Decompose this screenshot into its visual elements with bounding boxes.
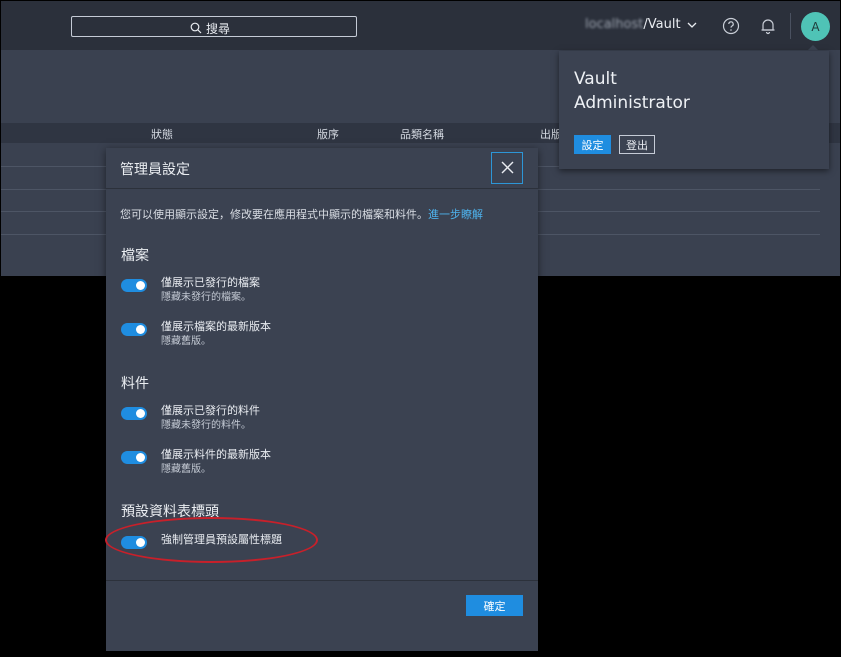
option-description: 隱藏舊版。 [161, 464, 211, 475]
search-icon [190, 19, 202, 38]
dialog-footer-divider [106, 580, 538, 581]
close-button[interactable] [491, 152, 523, 184]
vault-host: localhost [585, 17, 644, 32]
option-files-released: 僅展示已發行的檔案 隱藏未發行的檔案。 [121, 275, 260, 305]
vault-selector[interactable]: localhost/Vault [585, 17, 697, 32]
option-label: 僅展示已發行的料件 [161, 404, 260, 417]
column-header-status[interactable]: 狀態 [151, 126, 173, 142]
header-divider [790, 13, 791, 39]
user-name-line2: Administrator [574, 93, 690, 113]
option-label: 僅展示料件的最新版本 [161, 448, 271, 461]
chevron-down-icon [687, 17, 697, 32]
top-bar: 搜尋 localhost/Vault A [1, 1, 840, 50]
section-title-files: 檔案 [121, 248, 149, 264]
option-files-latest: 僅展示檔案的最新版本 隱藏舊版。 [121, 319, 271, 349]
vault-path-label: /Vault [643, 17, 681, 32]
logout-button[interactable]: 登出 [619, 135, 655, 154]
dialog-header-divider [106, 188, 538, 189]
section-title-items: 料件 [121, 376, 149, 392]
column-header-category[interactable]: 品類名稱 [400, 126, 444, 142]
column-header-revision[interactable]: 版序 [317, 126, 339, 142]
dialog-description: 您可以使用顯示設定，修改要在應用程式中顯示的檔案和料件。進一步瞭解 [120, 206, 483, 222]
option-items-released: 僅展示已發行的料件 隱藏未發行的料件。 [121, 403, 260, 433]
annotation-highlight [105, 517, 318, 563]
toggle-switch[interactable] [121, 407, 147, 420]
user-name-line1: Vault [574, 69, 617, 89]
description-text: 您可以使用顯示設定，修改要在應用程式中顯示的檔案和料件。 [120, 208, 428, 221]
option-description: 隱藏舊版。 [161, 336, 211, 347]
user-menu-popup: Vault Administrator 設定 登出 [559, 51, 829, 169]
app-frame: 搜尋 localhost/Vault A 狀態 版序 品類名稱 出版 管理員設定 [0, 0, 841, 657]
learn-more-link[interactable]: 進一步瞭解 [428, 208, 483, 221]
option-label: 僅展示檔案的最新版本 [161, 320, 271, 333]
search-placeholder: 搜尋 [206, 22, 231, 36]
search-input[interactable]: 搜尋 [71, 16, 357, 37]
toggle-switch[interactable] [121, 323, 147, 336]
avatar[interactable]: A [801, 12, 830, 41]
option-label: 僅展示已發行的檔案 [161, 276, 260, 289]
option-items-latest: 僅展示料件的最新版本 隱藏舊版。 [121, 447, 271, 477]
dialog-title: 管理員設定 [120, 162, 190, 178]
user-name: Vault Administrator [574, 67, 690, 115]
option-description: 隱藏未發行的料件。 [161, 420, 251, 431]
help-icon[interactable] [721, 16, 741, 36]
option-description: 隱藏未發行的檔案。 [161, 292, 251, 303]
ok-button[interactable]: 確定 [466, 595, 523, 616]
bell-icon[interactable] [758, 16, 778, 36]
toggle-switch[interactable] [121, 451, 147, 464]
settings-button[interactable]: 設定 [574, 135, 611, 154]
admin-settings-dialog: 管理員設定 您可以使用顯示設定，修改要在應用程式中顯示的檔案和料件。進一步瞭解 … [106, 148, 538, 651]
toggle-switch[interactable] [121, 279, 147, 292]
close-icon [501, 159, 514, 178]
